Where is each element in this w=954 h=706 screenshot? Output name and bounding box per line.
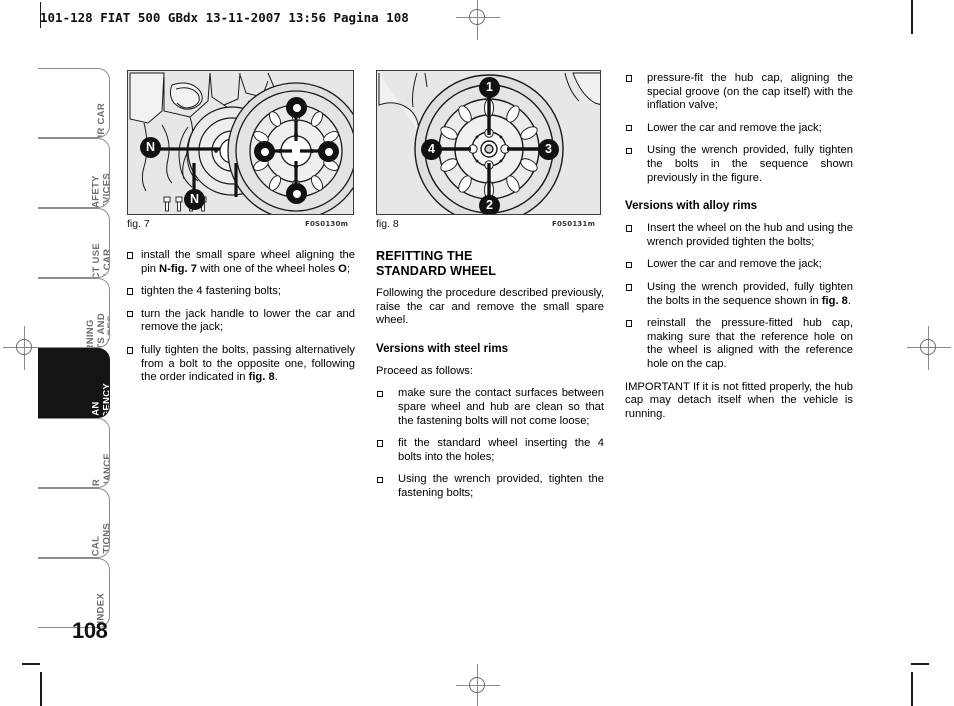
sidebar-item-technical-specifications[interactable]: TECHNICALSPECIFICATIONS <box>38 488 110 558</box>
sidebar-item-car-maintenance[interactable]: CARMAINTENANCE <box>38 418 110 488</box>
crop-mark-top-right-v <box>911 0 913 34</box>
intro-paragraph: Following the procedure described previo… <box>376 287 604 327</box>
sidebar-item-safety-devices[interactable]: SAFETYDEVICES <box>38 138 110 208</box>
crop-mark-bottom-right-v <box>911 672 913 706</box>
figure-8-code: F0S0131m <box>552 220 596 228</box>
list-item: Using the wrench provided, fully tighten… <box>625 281 853 308</box>
sidebar-item-label: YOUR CAR <box>95 103 107 138</box>
manual-page: 101-128 FIAT 500 GBdx 13-11-2007 13:56 P… <box>0 0 954 706</box>
alloy-rims-steps-list: Insert the wheel on the hub and using th… <box>625 222 853 371</box>
list-item: make sure the contact surfaces between s… <box>376 387 604 428</box>
text-column-3: pressure-fit the hub cap, aligning the s… <box>625 72 853 430</box>
sidebar-item-label: SAFETYDEVICES <box>90 173 110 208</box>
figure-7-callout-o-left <box>254 141 275 162</box>
figure-7-callout-o-bottom <box>286 183 307 204</box>
figure-8-image: 1 2 3 4 <box>376 70 601 215</box>
list-item: fit the standard wheel inserting the 4 b… <box>376 437 604 464</box>
proceed-as-follows-lead: Proceed as follows: <box>376 364 474 377</box>
important-note: IMPORTANT If it is not fitted properly, … <box>625 380 853 420</box>
section-title-refitting-standard-wheel: REFITTING THE STANDARD WHEEL <box>376 249 497 278</box>
text-column-1: install the small spare wheel aligning t… <box>127 249 355 394</box>
spare-wheel-steps-list: install the small spare wheel aligning t… <box>127 249 355 385</box>
figure-7-image: N N <box>127 70 354 215</box>
sidebar-item-label: TECHNICALSPECIFICATIONS <box>91 523 110 557</box>
page-number: 108 <box>72 618 108 643</box>
figure-8-callout-1: 1 <box>479 77 500 98</box>
crop-mark-bottom-left-v <box>40 672 42 706</box>
figure-7-drawing <box>128 71 353 214</box>
list-item: Insert the wheel on the hub and using th… <box>625 222 853 249</box>
figure-7-callout-o-right <box>318 141 339 162</box>
crop-mark-bottom-right-h <box>911 663 929 665</box>
document-header: 101-128 FIAT 500 GBdx 13-11-2007 13:56 P… <box>40 9 409 25</box>
figure-7-caption: fig. 7 <box>127 218 150 230</box>
list-item: reinstall the pressure-fitted hub cap, m… <box>625 317 853 371</box>
sidebar-item-warning-lights-and-messages[interactable]: WARNING LIGHTS AND MESSAGES <box>38 278 110 348</box>
subtitle-versions-with-alloy-rims: Versions with alloy rims <box>625 199 758 213</box>
text-column-2: REFITTING THE STANDARD WHEEL Following t… <box>376 249 604 510</box>
figure-8-callout-3: 3 <box>538 139 559 160</box>
sidebar-item-label: WARNING LIGHTS AND MESSAGES <box>85 313 110 348</box>
sidebar-item-your-car[interactable]: YOUR CAR <box>38 68 110 138</box>
sidebar-item-label: CORRECT USEOF THE CAR <box>91 243 110 277</box>
registration-mark-right <box>907 326 951 370</box>
figure-7-callout-o-top <box>286 97 307 118</box>
figure-7-code: F0S0130m <box>305 220 349 228</box>
sidebar-item-correct-use-of-the-car[interactable]: CORRECT USEOF THE CAR <box>38 208 110 278</box>
figure-8-callout-2: 2 <box>479 195 500 214</box>
sidebar-item-label: IN ANEMERGENCY <box>90 383 110 418</box>
chapter-tab-rail: YOUR CAR SAFETYDEVICES CORRECT USEOF THE… <box>38 68 110 628</box>
list-item: pressure-fit the hub cap, aligning the s… <box>625 72 853 113</box>
registration-mark-top <box>456 0 500 40</box>
sidebar-item-label: CARMAINTENANCE <box>91 453 110 487</box>
steel-rims-steps-continued-list: pressure-fit the hub cap, aligning the s… <box>625 72 853 185</box>
registration-mark-bottom <box>456 664 500 706</box>
figure-8-callout-4: 4 <box>421 139 442 160</box>
list-item: Lower the car and remove the jack; <box>625 258 853 272</box>
subtitle-versions-with-steel-rims: Versions with steel rims <box>376 341 509 355</box>
steel-rims-steps-list: make sure the contact surfaces between s… <box>376 387 604 500</box>
list-item: fully tighten the bolts, passing alterna… <box>127 344 355 385</box>
list-item: tighten the 4 fastening bolts; <box>127 285 355 299</box>
list-item: Lower the car and remove the jack; <box>625 122 853 136</box>
list-item: turn the jack handle to lower the car an… <box>127 308 355 335</box>
figure-7-callout-n-1: N <box>140 137 161 158</box>
list-item: install the small spare wheel aligning t… <box>127 249 355 276</box>
sidebar-item-in-an-emergency[interactable]: IN ANEMERGENCY <box>38 348 110 418</box>
figure-7-callout-n-2: N <box>184 189 205 210</box>
crop-mark-bottom-left-h <box>22 663 40 665</box>
list-item: Using the wrench provided, tighten the f… <box>376 473 604 500</box>
figure-8-caption: fig. 8 <box>376 218 399 230</box>
list-item: Using the wrench provided, fully tighten… <box>625 144 853 185</box>
